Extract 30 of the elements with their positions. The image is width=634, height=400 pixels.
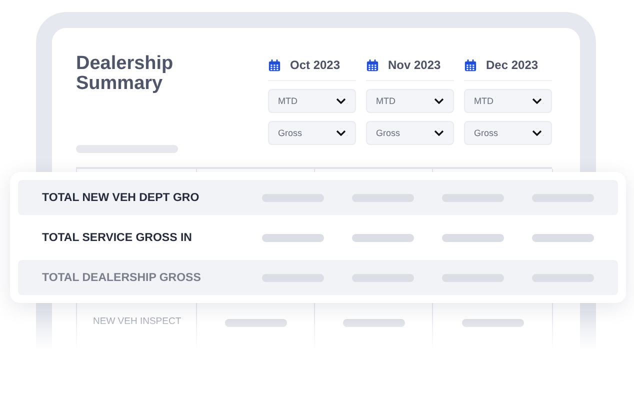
chevron-down-icon xyxy=(336,98,346,104)
placeholder-bar xyxy=(224,319,286,327)
placeholder-bar xyxy=(342,319,404,327)
placeholder-bar xyxy=(532,234,594,242)
chevron-down-icon xyxy=(532,130,542,136)
period-dropdown[interactable]: MTD xyxy=(464,89,552,113)
calendar-icon xyxy=(366,58,379,72)
placeholder-bar xyxy=(262,234,324,242)
metric-dropdown[interactable]: Gross xyxy=(464,121,552,145)
placeholder-bar xyxy=(442,234,504,242)
row-label: TOTAL SERVICE GROSS IN xyxy=(42,232,193,244)
calendar-icon xyxy=(268,58,281,72)
placeholder-bar xyxy=(462,319,524,327)
metric-dropdown[interactable]: Gross xyxy=(366,121,454,145)
metric-dropdown[interactable]: Gross xyxy=(268,121,356,145)
row-label: NEW VEH INSPECT xyxy=(93,316,182,327)
chevron-down-icon xyxy=(434,98,444,104)
chevron-down-icon xyxy=(336,130,346,136)
row-label: TOTAL DEALERSHIP GROSS xyxy=(42,272,202,284)
chevron-down-icon xyxy=(532,98,542,104)
calendar-icon xyxy=(464,58,477,72)
period-dropdown[interactable]: MTD xyxy=(366,89,454,113)
month-label: Oct 2023 xyxy=(290,58,340,72)
month-label: Nov 2023 xyxy=(388,58,441,72)
chevron-down-icon xyxy=(434,130,444,136)
row-label: TOTAL NEW VEH DEPT GRO xyxy=(42,192,200,204)
month-label: Dec 2023 xyxy=(486,58,538,72)
page-title: Dealership Summary xyxy=(76,54,174,94)
placeholder-bar xyxy=(352,234,414,242)
period-dropdown[interactable]: MTD xyxy=(268,89,356,113)
